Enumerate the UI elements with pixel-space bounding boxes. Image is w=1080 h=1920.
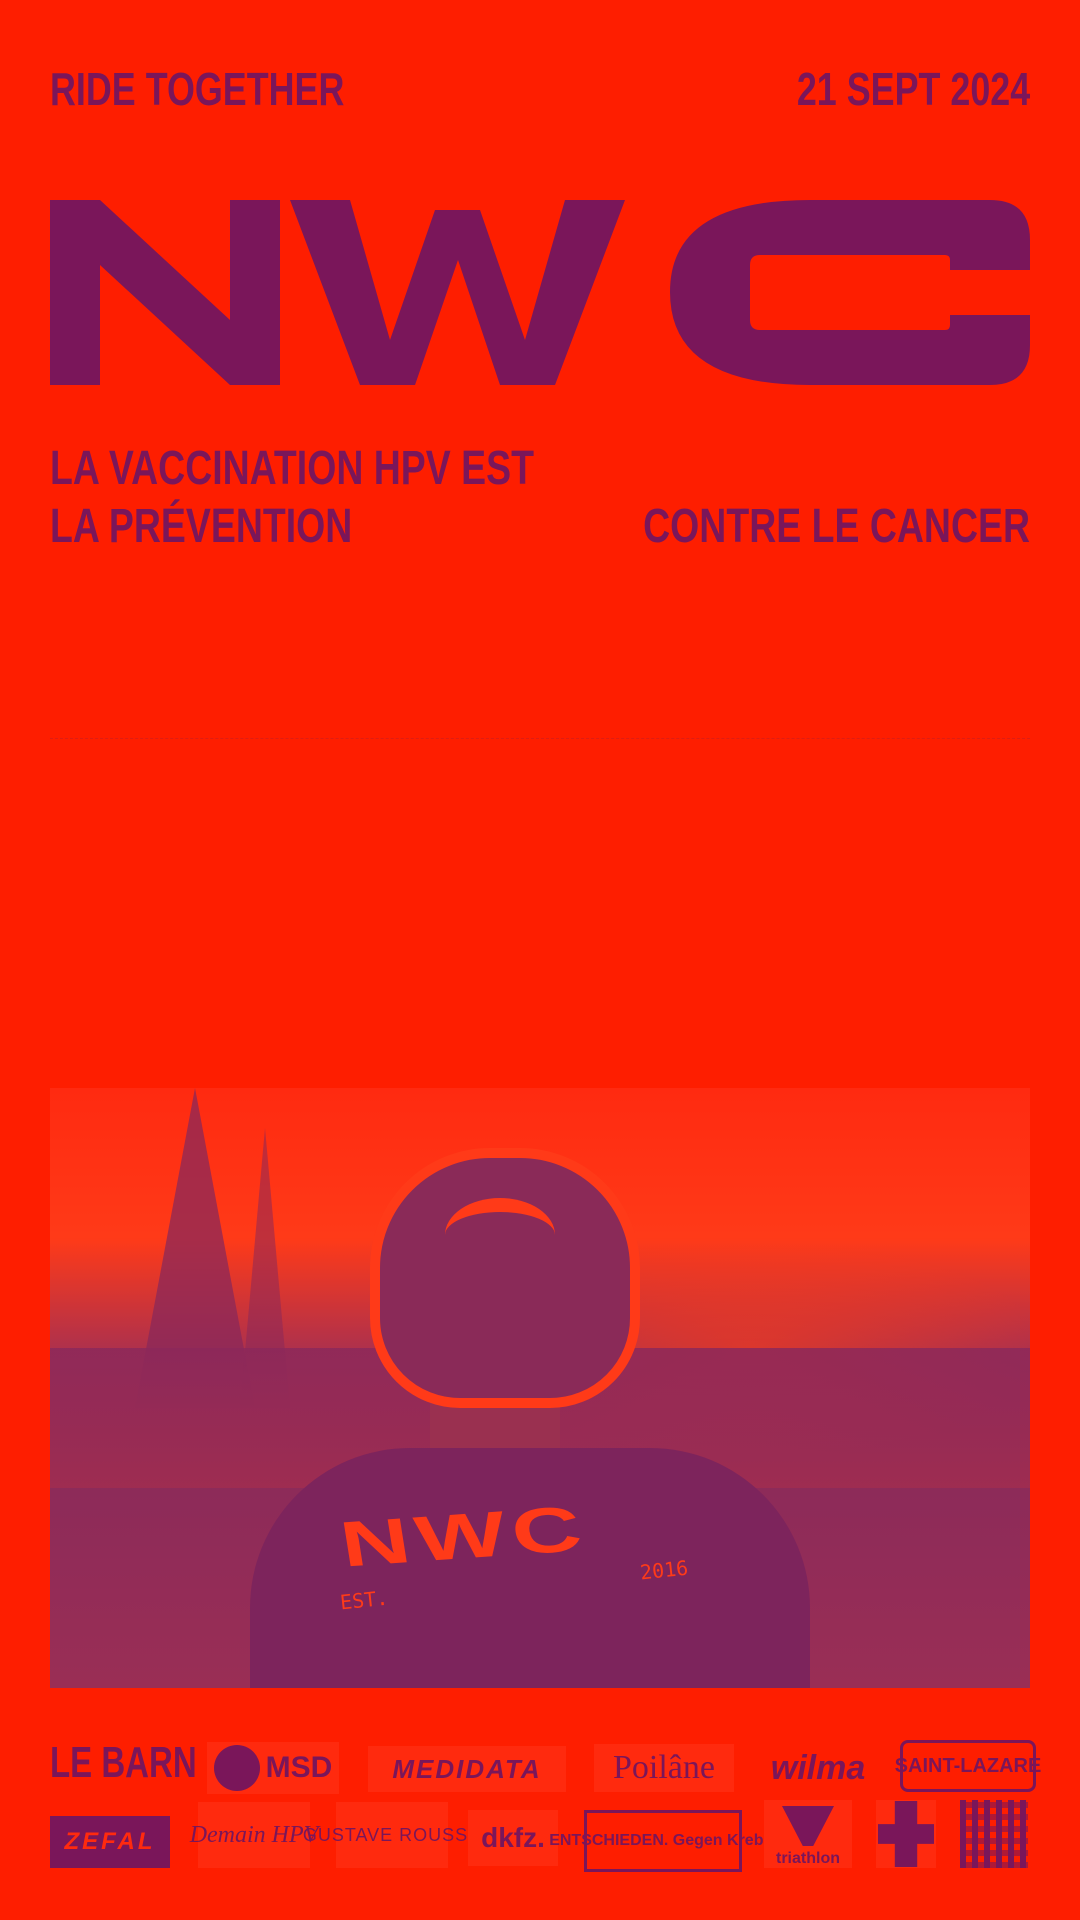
triathlon-icon (782, 1806, 834, 1846)
sponsor-triathlon-label: triathlon (776, 1850, 840, 1867)
qr-code-icon[interactable] (960, 1800, 1028, 1868)
header-left-text: RIDE TOGETHER (50, 63, 345, 115)
tagline-line-2: LA PRÉVENTION (50, 500, 353, 553)
sponsor-msd: MSD (207, 1742, 339, 1794)
sponsor-lebarn: LE BARN (50, 1738, 197, 1787)
sponsor-poilane: Poilâne (594, 1744, 734, 1792)
header-date: 21 SEPT 2024 (796, 63, 1030, 115)
sponsor-gustave-roussy: GUSTAVE ROUSSY (303, 1802, 480, 1868)
cyclist-photo: NWC EST. 2016 (50, 1088, 1030, 1688)
sponsor-msd-label: MSD (265, 1751, 333, 1784)
logo-letter-n (50, 200, 280, 385)
cross-icon (878, 1801, 934, 1867)
tagline-right: CONTRE LE CANCER (643, 500, 1030, 553)
sponsor-wilma: wilma (770, 1748, 866, 1787)
divider (50, 738, 1030, 739)
sponsor-cross (876, 1800, 936, 1868)
logo-letter-c (670, 200, 1030, 385)
jersey-est: EST. (338, 1585, 390, 1615)
helmet-vent (445, 1198, 555, 1272)
sponsor-saint-lazare: SAINT-LAZARE (895, 1740, 1041, 1792)
helmet (370, 1148, 640, 1408)
sponsor-entschieden: ENTSCHIEDEN. Gegen Krebs. (549, 1810, 777, 1872)
sponsor-dkfz: dkfz. (468, 1810, 558, 1866)
sponsor-medidata: MEDIDATA (368, 1746, 566, 1792)
sponsor-zefal: ZEFAL (50, 1816, 170, 1868)
tagline-left: LA VACCINATION HPV EST LA PRÉVENTION (50, 440, 534, 556)
msd-icon (213, 1745, 260, 1791)
sponsor-demain-hpv: Demain HPV (190, 1802, 318, 1868)
logo-letter-w (290, 200, 625, 385)
tagline-line-1: LA VACCINATION HPV EST (50, 442, 534, 495)
sponsor-triathlon: triathlon (764, 1800, 852, 1868)
jersey-year: 2016 (638, 1555, 690, 1585)
nwc-logo (50, 200, 1030, 385)
